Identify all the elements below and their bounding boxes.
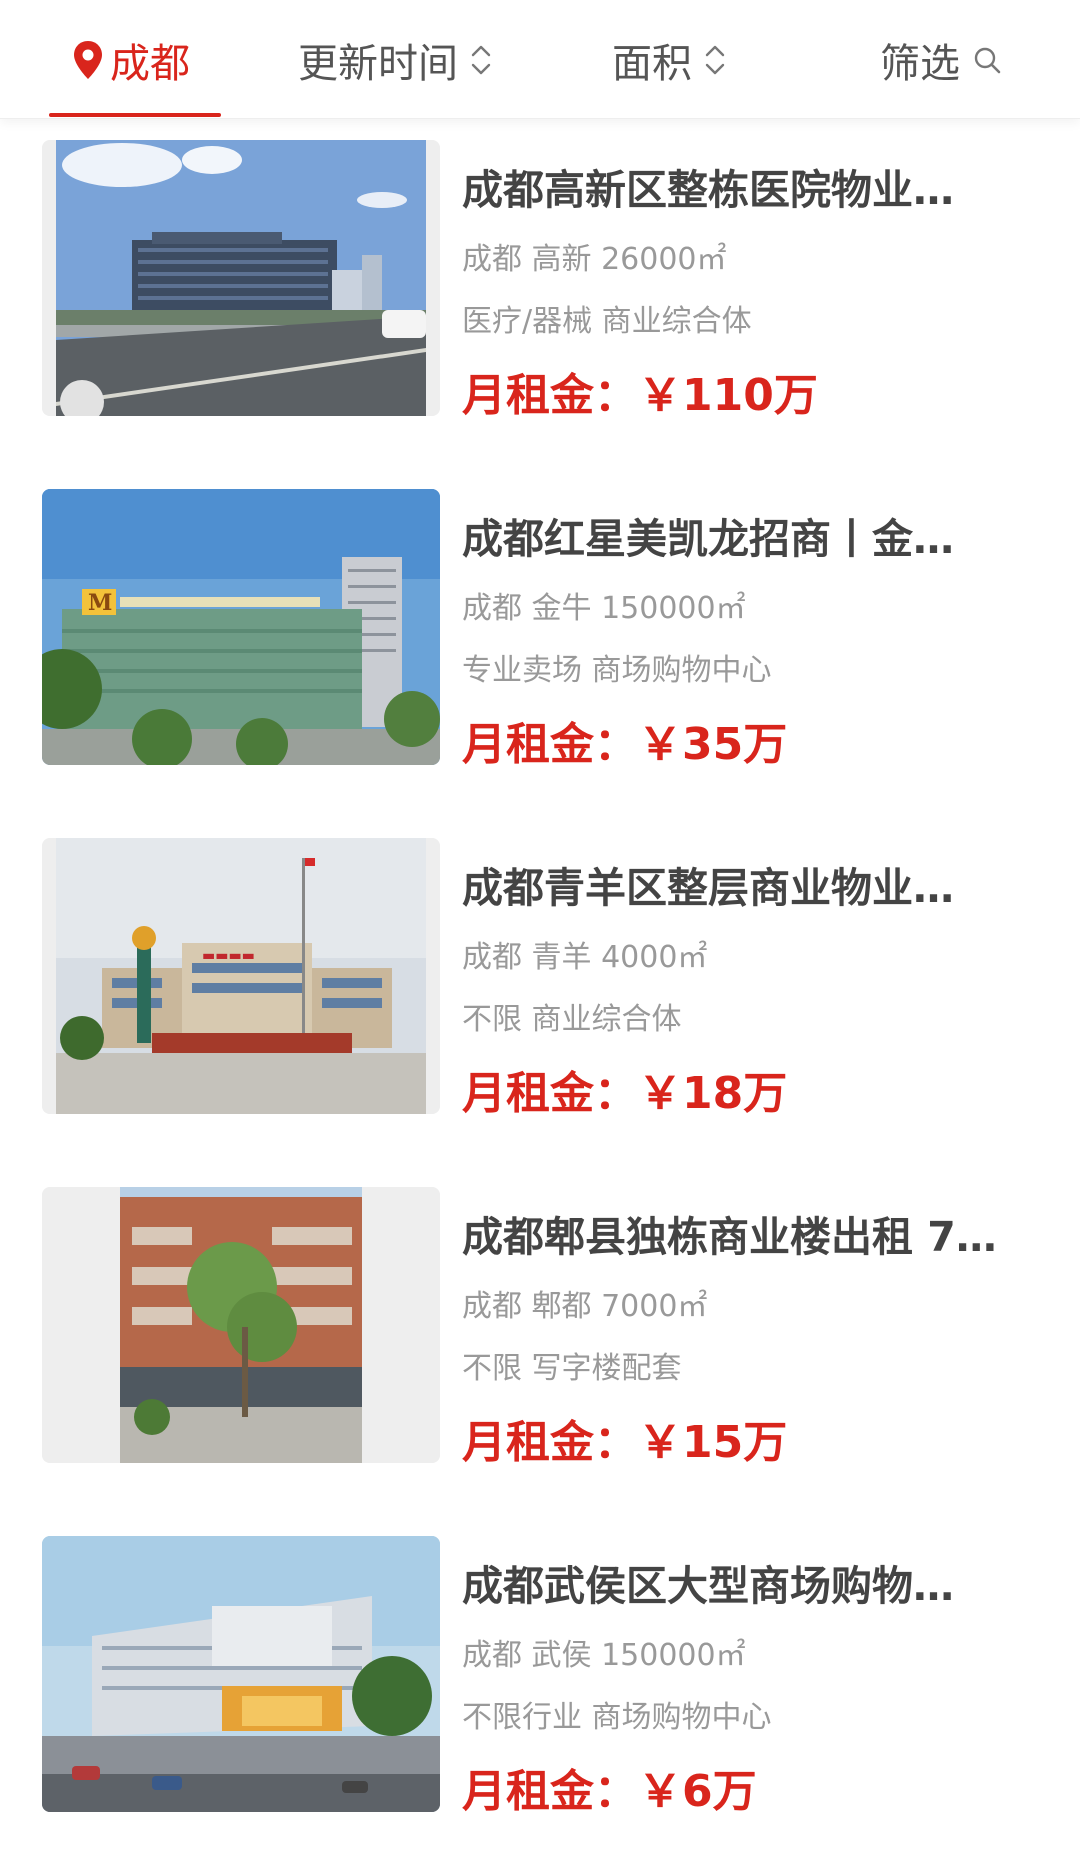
sort-chevron-icon xyxy=(471,45,491,75)
listing-info: 成都武侯区大型商场购物… 成都 武侯 150000㎡ 不限行业 商场购物中心 月… xyxy=(462,1536,1052,1820)
sort-by-update-time[interactable]: 更新时间 xyxy=(298,30,492,90)
svg-text:M: M xyxy=(88,590,112,616)
sort-chevron-icon xyxy=(705,45,725,75)
listing-location-area: 成都 青羊 4000㎡ xyxy=(462,940,708,975)
listing-category: 不限行业 商场购物中心 xyxy=(462,1700,772,1735)
search-icon xyxy=(974,47,1001,74)
listing-category: 不限 商业综合体 xyxy=(462,1002,682,1037)
city-selector[interactable]: 成都 xyxy=(72,30,190,90)
price-value: ￥6万 xyxy=(638,1766,757,1817)
price-value: ￥110万 xyxy=(638,370,818,421)
listing-location-area: 成都 郫都 7000㎡ xyxy=(462,1289,708,1324)
listing-card[interactable]: M 成都红星美凯龙招商丨金… 成都 金牛 150000㎡ 专业卖场 商场购物中心… xyxy=(0,489,1080,789)
listing-info: 成都青羊区整层商业物业… 成都 青羊 4000㎡ 不限 商业综合体 月租金：￥1… xyxy=(462,838,1052,1122)
listing-category: 专业卖场 商场购物中心 xyxy=(462,653,772,688)
listing-photo[interactable]: ▬▬▬▬ xyxy=(42,838,440,1114)
sort-update-label: 更新时间 xyxy=(298,41,458,87)
listing-price: 月租金：￥110万 xyxy=(462,368,1052,424)
listing-title[interactable]: 成都高新区整栋医院物业… xyxy=(462,162,1037,218)
listing-card[interactable]: 成都郫县独栋商业楼出租 7… 成都 郫都 7000㎡ 不限 写字楼配套 月租金：… xyxy=(0,1187,1080,1487)
listing-title[interactable]: 成都红星美凯龙招商丨金… xyxy=(462,511,1037,567)
filter-bar: 成都 更新时间 面积 筛选 xyxy=(0,0,1080,119)
price-label: 月租金： xyxy=(462,1417,638,1468)
price-label: 月租金： xyxy=(462,719,638,770)
filter-button[interactable]: 筛选 xyxy=(880,30,1002,90)
listing-location-area: 成都 武侯 150000㎡ xyxy=(462,1638,746,1673)
listing-category: 医疗/器械 商业综合体 xyxy=(462,304,752,339)
listing-photo[interactable] xyxy=(42,1187,440,1463)
price-value: ￥18万 xyxy=(638,1068,788,1119)
listing-title[interactable]: 成都郫县独栋商业楼出租 7… xyxy=(462,1209,1037,1265)
listing-price: 月租金：￥15万 xyxy=(462,1415,1052,1471)
city-label: 成都 xyxy=(110,41,190,87)
listing-info: 成都红星美凯龙招商丨金… 成都 金牛 150000㎡ 专业卖场 商场购物中心 月… xyxy=(462,489,1052,773)
listing-price: 月租金：￥18万 xyxy=(462,1066,1052,1122)
listing-location-area: 成都 高新 26000㎡ xyxy=(462,242,727,277)
price-value: ￥35万 xyxy=(638,719,788,770)
listing-title[interactable]: 成都青羊区整层商业物业… xyxy=(462,860,1037,916)
sort-by-area[interactable]: 面积 xyxy=(612,30,726,90)
listing-photo[interactable]: M xyxy=(42,489,440,765)
sort-area-label: 面积 xyxy=(612,41,692,87)
price-label: 月租金： xyxy=(462,370,638,421)
listing-card[interactable]: 成都高新区整栋医院物业… 成都 高新 26000㎡ 医疗/器械 商业综合体 月租… xyxy=(0,140,1080,440)
price-value: ￥15万 xyxy=(638,1417,788,1468)
listing-card[interactable]: ▬▬▬▬ 成都青羊区整层商业物业… 成都 青羊 4000㎡ 不限 商业综合体 月… xyxy=(0,838,1080,1138)
svg-text:▬▬▬▬: ▬▬▬▬ xyxy=(202,948,255,964)
listing-price: 月租金：￥6万 xyxy=(462,1764,1052,1820)
listing-location-area: 成都 金牛 150000㎡ xyxy=(462,591,746,626)
listing-category: 不限 写字楼配套 xyxy=(462,1351,682,1386)
listing-info: 成都高新区整栋医院物业… 成都 高新 26000㎡ 医疗/器械 商业综合体 月租… xyxy=(462,140,1052,424)
listing-photo[interactable] xyxy=(42,1536,440,1812)
price-label: 月租金： xyxy=(462,1766,638,1817)
location-pin-icon xyxy=(74,41,102,79)
active-tab-underline xyxy=(49,113,221,117)
listing-info: 成都郫县独栋商业楼出租 7… 成都 郫都 7000㎡ 不限 写字楼配套 月租金：… xyxy=(462,1187,1052,1471)
listing-title[interactable]: 成都武侯区大型商场购物… xyxy=(462,1558,1037,1614)
filter-label: 筛选 xyxy=(880,41,960,87)
listing-photo[interactable] xyxy=(42,140,440,416)
listing-price: 月租金：￥35万 xyxy=(462,717,1052,773)
price-label: 月租金： xyxy=(462,1068,638,1119)
listing-card[interactable]: 成都武侯区大型商场购物… 成都 武侯 150000㎡ 不限行业 商场购物中心 月… xyxy=(0,1536,1080,1836)
